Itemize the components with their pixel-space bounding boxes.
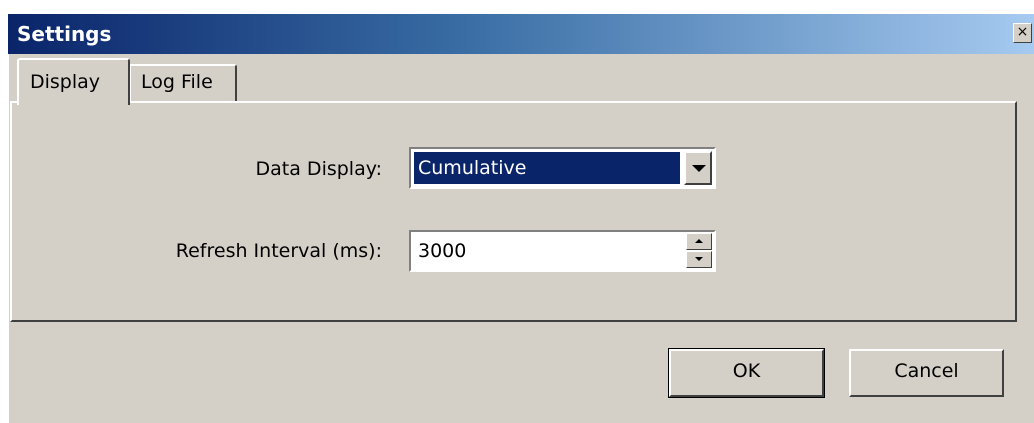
tab-display-label: Display	[30, 71, 101, 93]
close-button[interactable]: ×	[1013, 23, 1032, 43]
spin-down-icon	[695, 257, 703, 261]
data-display-dropdown[interactable]: Cumulative	[409, 147, 716, 189]
tab-log-file[interactable]: Log File	[130, 64, 237, 101]
spin-up-button[interactable]	[686, 233, 712, 250]
chevron-down-icon	[692, 165, 706, 172]
ok-button[interactable]: OK	[668, 348, 825, 398]
window-title: Settings	[17, 22, 112, 46]
close-icon: ×	[1016, 24, 1029, 40]
data-display-selected-value[interactable]: Cumulative	[414, 152, 680, 184]
title-bar[interactable]: Settings ×	[8, 14, 1034, 54]
refresh-interval-input[interactable]	[413, 234, 678, 268]
refresh-interval-label: Refresh Interval (ms):	[175, 240, 382, 262]
refresh-interval-spinner[interactable]	[409, 230, 716, 272]
tab-log-file-label: Log File	[141, 71, 213, 93]
dropdown-button[interactable]	[684, 151, 712, 185]
display-tab-panel	[10, 101, 1017, 322]
data-display-label: Data Display:	[255, 158, 382, 180]
cancel-button[interactable]: Cancel	[849, 349, 1004, 397]
tab-display[interactable]: Display	[17, 58, 130, 105]
spin-up-icon	[695, 239, 703, 243]
spin-down-button[interactable]	[686, 251, 712, 268]
